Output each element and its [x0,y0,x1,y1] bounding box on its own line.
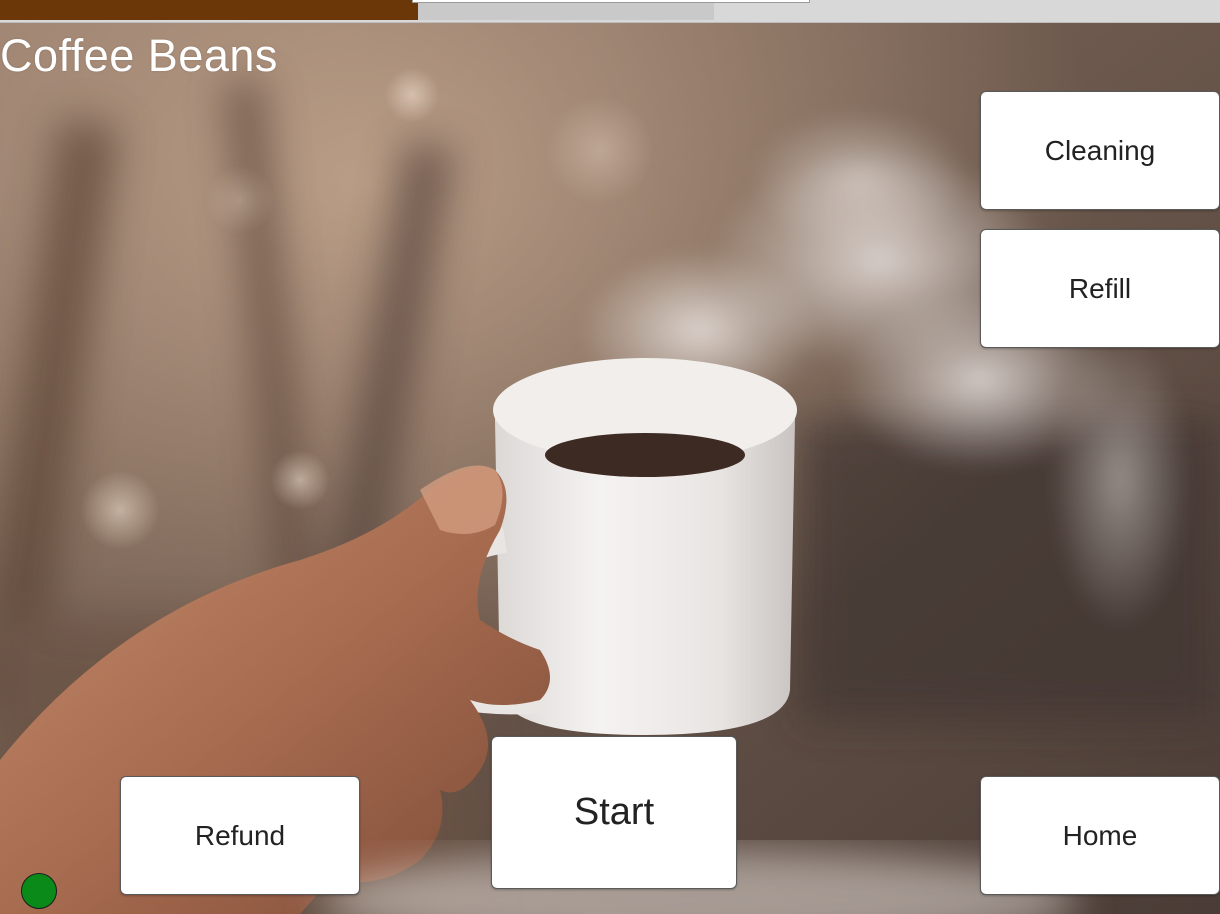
home-button[interactable]: Home [980,776,1220,895]
top-input-field[interactable] [412,0,810,3]
start-button[interactable]: Start [491,736,737,889]
page-title: Coffee Beans [0,30,278,81]
kiosk-screen: Coffee Beans Cleaning Refill Refund Star… [0,0,1220,914]
progress-bar [0,0,714,20]
status-indicator-icon [21,873,57,909]
progress-bar-fill [0,0,418,20]
top-bar [0,0,1220,23]
refill-button[interactable]: Refill [980,229,1220,348]
cleaning-button[interactable]: Cleaning [980,91,1220,210]
refund-button[interactable]: Refund [120,776,360,895]
